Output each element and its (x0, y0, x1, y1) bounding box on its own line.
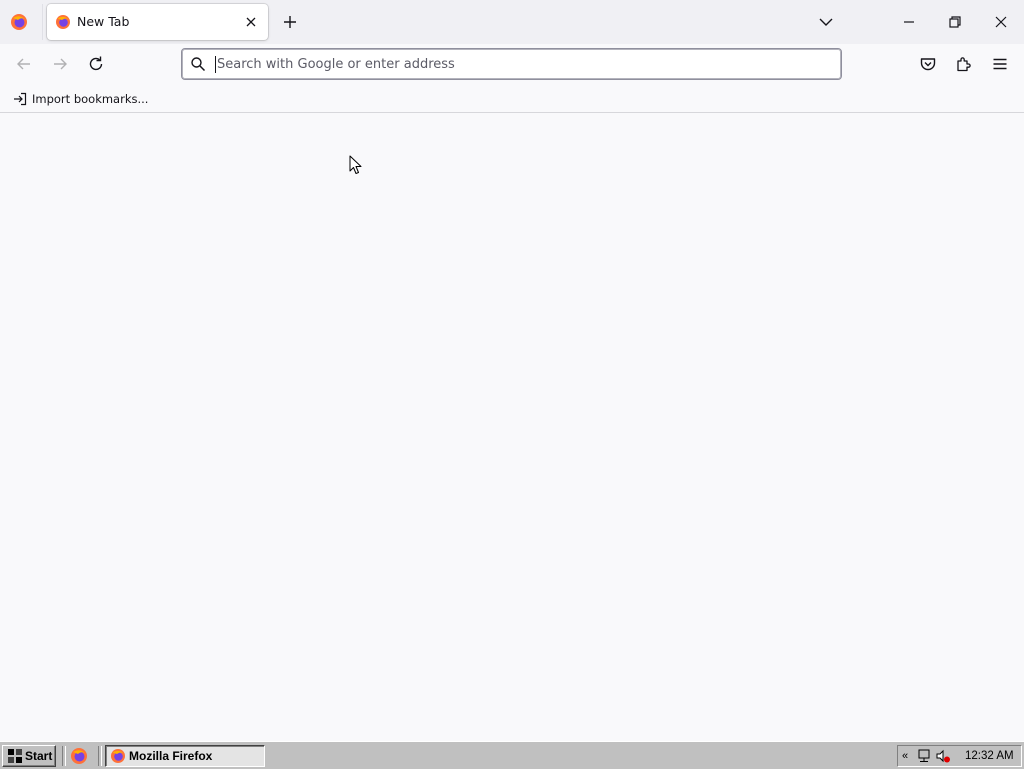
system-tray: « 12:32 AM (897, 745, 1022, 767)
puzzle-icon[interactable] (954, 54, 974, 74)
firefox-quicklaunch-icon[interactable] (70, 747, 88, 765)
hamburger-menu-icon[interactable] (990, 54, 1010, 74)
minimize-icon[interactable] (897, 10, 921, 34)
tab-strip: New Tab (0, 0, 1024, 44)
back-arrow-icon[interactable] (14, 54, 34, 74)
address-bar[interactable]: Search with Google or enter address (181, 48, 842, 80)
pocket-icon[interactable] (918, 54, 938, 74)
tab-new-tab[interactable]: New Tab (47, 4, 268, 40)
firefox-icon (56, 15, 70, 29)
network-icon[interactable] (917, 748, 933, 764)
taskbar: Start Mozilla Firefox « 12:32 AM (0, 741, 1024, 769)
reload-icon[interactable] (86, 54, 106, 74)
start-label: Start (25, 749, 53, 763)
text-caret (215, 56, 216, 73)
import-bookmarks-label: Import bookmarks... (32, 92, 149, 106)
restore-icon[interactable] (943, 10, 967, 34)
close-tab-icon[interactable] (243, 14, 259, 30)
taskbar-divider (98, 746, 102, 766)
search-icon (191, 57, 206, 72)
volume-muted-icon[interactable] (935, 748, 951, 764)
chevron-down-icon[interactable] (816, 12, 836, 32)
taskbar-button-label: Mozilla Firefox (129, 749, 213, 763)
firefox-icon[interactable] (10, 13, 28, 31)
new-tab-plus-icon[interactable] (280, 12, 300, 32)
import-icon (14, 92, 27, 106)
clock: 12:32 AM (965, 750, 1014, 762)
firefox-icon (111, 749, 125, 763)
taskbar-divider (62, 746, 66, 766)
page-content[interactable] (0, 113, 1024, 741)
tray-expand-chevron[interactable]: « (902, 748, 908, 764)
start-button[interactable]: Start (2, 745, 56, 767)
close-window-icon[interactable] (989, 10, 1013, 34)
bookmarks-toolbar: Import bookmarks... (0, 85, 1024, 113)
navigation-toolbar: Search with Google or enter address (0, 44, 1024, 85)
forward-arrow-icon[interactable] (50, 54, 70, 74)
tab-strip-separator (42, 4, 43, 40)
mouse-cursor-icon (349, 155, 362, 174)
windows-logo-icon (8, 749, 22, 763)
taskbar-button-firefox[interactable]: Mozilla Firefox (105, 745, 265, 767)
address-bar-placeholder: Search with Google or enter address (217, 57, 455, 72)
tab-title: New Tab (77, 14, 130, 29)
